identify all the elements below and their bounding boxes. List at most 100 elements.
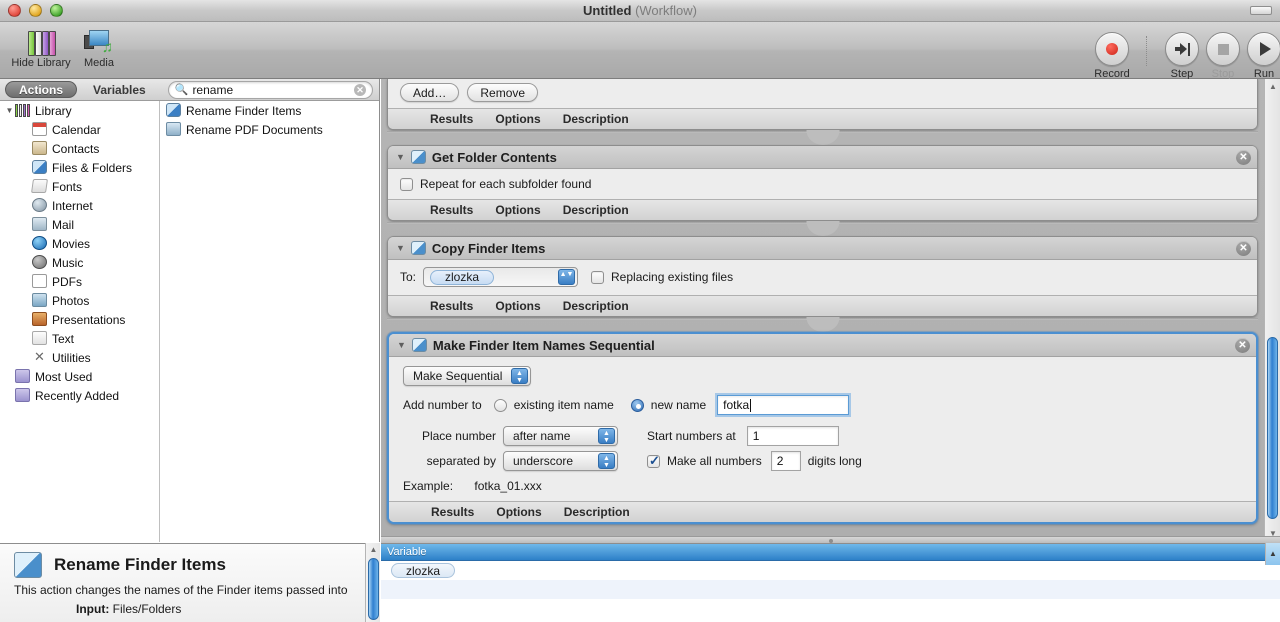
sidebar-item-recently-added[interactable]: Recently Added bbox=[0, 386, 159, 405]
table-row[interactable] bbox=[381, 580, 1280, 599]
media-button[interactable]: ♫ Media bbox=[62, 26, 136, 69]
remove-button[interactable]: Remove bbox=[467, 83, 539, 102]
add-number-to-label: Add number to bbox=[403, 398, 482, 412]
scroll-up-arrow-icon[interactable]: ▲ bbox=[366, 543, 381, 557]
sidebar-item-label: Most Used bbox=[35, 369, 93, 384]
workflow-action-get-folder-contents[interactable]: ▼ Get Folder Contents ✕ Repeat for each … bbox=[387, 145, 1258, 221]
mode-popup-value: Make Sequential bbox=[413, 369, 503, 383]
disclosure-triangle-icon[interactable]: ▼ bbox=[397, 340, 406, 350]
description-header: Rename Finder Items bbox=[14, 552, 365, 578]
results-tab[interactable]: Results bbox=[431, 505, 474, 519]
list-item[interactable]: Rename Finder Items bbox=[160, 101, 379, 120]
sidebar-item-movies[interactable]: Movies bbox=[0, 234, 159, 253]
options-tab[interactable]: Options bbox=[495, 203, 540, 217]
place-number-popup[interactable]: after name ▲ ▼ bbox=[503, 426, 618, 446]
add-button[interactable]: Add… bbox=[400, 83, 460, 102]
workflow-action-copy-finder-items[interactable]: ▼ Copy Finder Items ✕ To: zlozka ▲▼ Repl… bbox=[387, 236, 1258, 317]
disclosure-triangle-icon[interactable]: ▼ bbox=[396, 243, 405, 253]
contacts-icon bbox=[32, 141, 48, 156]
description-tab[interactable]: Description bbox=[564, 505, 630, 519]
sidebar-item-photos[interactable]: Photos bbox=[0, 291, 159, 310]
sidebar-item-library[interactable]: ▼ Library bbox=[0, 101, 159, 120]
clear-search-icon[interactable]: ✕ bbox=[354, 83, 366, 96]
destination-variable-token[interactable]: zlozka bbox=[430, 269, 495, 285]
tab-actions[interactable]: Actions bbox=[5, 81, 78, 98]
variables-list[interactable]: zlozka bbox=[381, 561, 1280, 618]
disclosure-triangle-icon[interactable]: ▼ bbox=[396, 152, 405, 162]
separated-by-popup[interactable]: underscore ▲ ▼ bbox=[503, 451, 618, 471]
sidebar-item-music[interactable]: Music bbox=[0, 253, 159, 272]
options-tab[interactable]: Options bbox=[495, 112, 540, 126]
search-field[interactable]: 🔍 rename ✕ bbox=[167, 80, 373, 99]
example-label: Example: bbox=[403, 479, 454, 493]
new-name-radio[interactable] bbox=[630, 398, 644, 412]
library-tree[interactable]: ▼ Library Calendar Contacts Files & Fold… bbox=[0, 101, 160, 542]
movies-icon bbox=[32, 236, 48, 251]
stepper-arrows-icon[interactable]: ▲▼ bbox=[598, 428, 615, 444]
make-all-numbers-checkbox[interactable] bbox=[647, 453, 660, 469]
sidebar-item-contacts[interactable]: Contacts bbox=[0, 139, 159, 158]
action-header[interactable]: ▼ Get Folder Contents ✕ bbox=[388, 146, 1257, 169]
action-header[interactable]: ▼ Make Finder Item Names Sequential ✕ bbox=[389, 334, 1256, 357]
description-tab[interactable]: Description bbox=[563, 112, 629, 126]
stepper-arrows-icon[interactable]: ▲▼ bbox=[511, 368, 528, 384]
sidebar-item-text[interactable]: Text bbox=[0, 329, 159, 348]
sidebar-item-utilities[interactable]: ✕ Utilities bbox=[0, 348, 159, 367]
destination-popup[interactable]: zlozka ▲▼ bbox=[423, 267, 579, 287]
stepper-arrows-icon[interactable]: ▲▼ bbox=[598, 453, 615, 469]
close-icon[interactable]: ✕ bbox=[1235, 338, 1250, 353]
action-footer: Results Options Description bbox=[388, 199, 1257, 220]
start-numbers-at-input[interactable]: 1 bbox=[746, 426, 839, 446]
new-name-input[interactable]: fotka bbox=[717, 395, 850, 415]
workflow-scrollbar[interactable]: ▲ ▼ bbox=[1264, 79, 1280, 542]
replacing-files-checkbox[interactable] bbox=[591, 270, 605, 284]
finder-icon bbox=[411, 338, 427, 352]
description-tab[interactable]: Description bbox=[563, 299, 629, 313]
scroll-up-arrow-icon[interactable]: ▲ bbox=[1265, 79, 1280, 95]
results-tab[interactable]: Results bbox=[430, 299, 473, 313]
digits-input[interactable]: 2 bbox=[770, 451, 801, 471]
sidebar-item-files-and-folders[interactable]: Files & Folders bbox=[0, 158, 159, 177]
toolbar-toggle-button[interactable] bbox=[1250, 6, 1272, 15]
stepper-arrows-icon[interactable]: ▲▼ bbox=[558, 269, 576, 285]
sidebar-item-calendar[interactable]: Calendar bbox=[0, 120, 159, 139]
action-results-list[interactable]: Rename Finder Items Rename PDF Documents bbox=[160, 101, 379, 542]
close-icon[interactable]: ✕ bbox=[1236, 241, 1251, 256]
record-button[interactable]: Record bbox=[1085, 32, 1139, 80]
sidebar-item-pdfs[interactable]: PDFs bbox=[0, 272, 159, 291]
search-input[interactable]: rename bbox=[192, 83, 354, 97]
workflow-action-make-names-sequential[interactable]: ▼ Make Finder Item Names Sequential ✕ Ma… bbox=[387, 332, 1258, 524]
tab-variables[interactable]: Variables bbox=[80, 81, 159, 98]
run-button[interactable]: Run bbox=[1237, 32, 1280, 80]
sidebar-item-presentations[interactable]: Presentations bbox=[0, 310, 159, 329]
toolbar-separator bbox=[1146, 36, 1147, 66]
description-tab[interactable]: Description bbox=[563, 203, 629, 217]
workflow-scroll-thumb[interactable] bbox=[1267, 337, 1278, 519]
list-item[interactable]: Rename PDF Documents bbox=[160, 120, 379, 139]
repeat-subfolder-row[interactable]: Repeat for each subfolder found bbox=[400, 177, 1245, 191]
sidebar-item-fonts[interactable]: Fonts bbox=[0, 177, 159, 196]
results-tab[interactable]: Results bbox=[430, 203, 473, 217]
description-scroll-thumb[interactable] bbox=[368, 558, 379, 620]
sidebar-item-internet[interactable]: Internet bbox=[0, 196, 159, 215]
existing-item-name-radio[interactable] bbox=[493, 398, 507, 412]
variables-column-header[interactable]: Variable bbox=[381, 544, 1280, 561]
description-scrollbar[interactable]: ▲ bbox=[365, 543, 380, 622]
sidebar-item-mail[interactable]: Mail bbox=[0, 215, 159, 234]
sidebar-item-most-used[interactable]: Most Used bbox=[0, 367, 159, 386]
mode-popup-button[interactable]: Make Sequential ▲ ▼ bbox=[403, 366, 531, 386]
action-header[interactable]: ▼ Copy Finder Items ✕ bbox=[388, 237, 1257, 260]
close-icon[interactable]: ✕ bbox=[1236, 150, 1251, 165]
options-tab[interactable]: Options bbox=[496, 505, 541, 519]
table-row[interactable]: zlozka bbox=[381, 561, 1280, 580]
variables-scrollbar[interactable]: ▲ bbox=[1265, 543, 1280, 565]
table-row[interactable] bbox=[381, 599, 1280, 618]
repeat-subfolder-checkbox[interactable] bbox=[400, 177, 413, 191]
pdf-doc-icon bbox=[166, 122, 182, 137]
variable-token[interactable]: zlozka bbox=[391, 563, 456, 578]
results-tab[interactable]: Results bbox=[430, 112, 473, 126]
sidebar-item-label: Photos bbox=[52, 293, 90, 308]
options-tab[interactable]: Options bbox=[495, 299, 540, 313]
replacing-files-label: Replacing existing files bbox=[611, 270, 734, 284]
chevron-down-icon[interactable]: ▼ bbox=[4, 106, 15, 115]
